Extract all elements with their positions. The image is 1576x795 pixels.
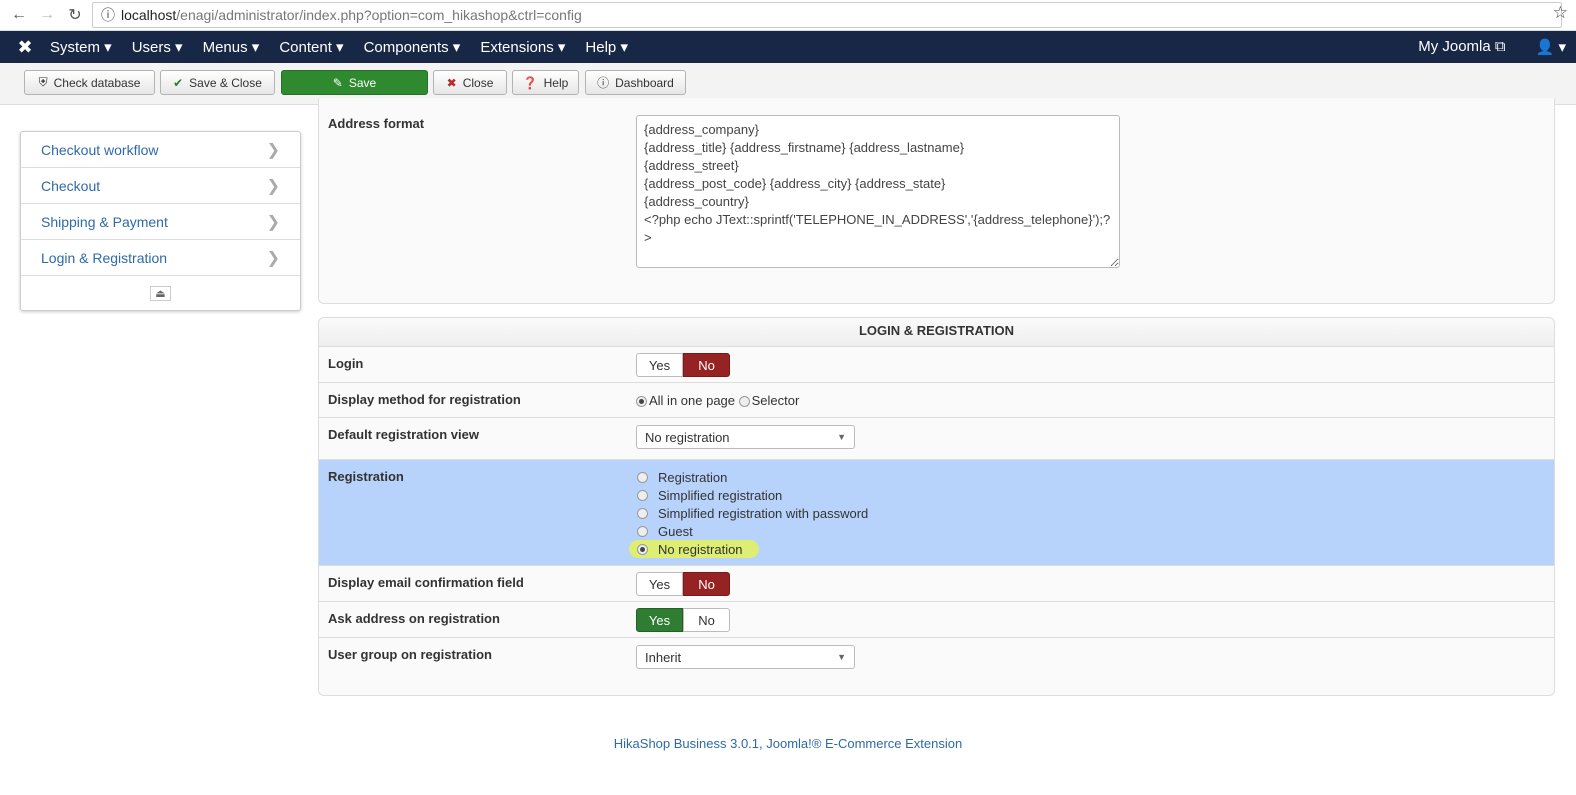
shield-icon: ⛨ bbox=[38, 75, 48, 89]
display-method-row: Display method for registration All in o… bbox=[319, 382, 1554, 417]
admin-menu: ✖ System ▾ Users ▾ Menus ▾ Content ▾ Com… bbox=[0, 31, 1576, 63]
user-menu[interactable]: 👤 ▾ bbox=[1536, 38, 1566, 56]
menu-system[interactable]: System ▾ bbox=[50, 38, 112, 56]
menu-content[interactable]: Content ▾ bbox=[279, 38, 343, 56]
address-panel: Address format {address_company} {addres… bbox=[318, 98, 1555, 304]
chevron-right-icon: ❯ bbox=[266, 213, 280, 231]
help-button[interactable]: ❓ Help bbox=[512, 70, 579, 95]
radio-guest[interactable] bbox=[637, 525, 648, 537]
radio-registration[interactable] bbox=[637, 471, 648, 483]
menu-help[interactable]: Help ▾ bbox=[585, 38, 628, 56]
default-view-select[interactable]: No registration ▼ bbox=[636, 425, 855, 449]
radio-simplified[interactable] bbox=[637, 489, 648, 501]
menu-menus[interactable]: Menus ▾ bbox=[203, 38, 260, 56]
registration-row: Registration Registration Simplified reg… bbox=[319, 459, 1554, 565]
user-group-select[interactable]: Inherit ▼ bbox=[636, 645, 855, 669]
close-button[interactable]: ✖ Close bbox=[433, 70, 507, 95]
chevron-right-icon: ❯ bbox=[266, 141, 280, 159]
sidebar-item-checkout[interactable]: Checkout ❯ bbox=[21, 168, 300, 204]
sidebar-item-shipping-payment[interactable]: Shipping & Payment ❯ bbox=[21, 204, 300, 240]
bookmark-star-icon[interactable]: ☆ bbox=[1553, 3, 1568, 23]
forward-icon[interactable]: → bbox=[36, 6, 58, 24]
dashboard-icon: ⓘ bbox=[597, 76, 610, 90]
edit-icon: ✎ bbox=[332, 75, 343, 90]
joomla-logo-icon[interactable]: ✖ bbox=[0, 37, 50, 58]
chevron-down-icon: ▼ bbox=[837, 652, 846, 662]
ask-address-toggle[interactable]: Yes No bbox=[636, 608, 730, 632]
back-icon[interactable]: ← bbox=[8, 6, 30, 24]
footer-link[interactable]: HikaShop Business 3.0.1, Joomla!® E-Comm… bbox=[0, 736, 1576, 751]
email-confirm-toggle[interactable]: Yes No bbox=[636, 572, 730, 596]
menu-users[interactable]: Users ▾ bbox=[132, 38, 183, 56]
address-format-textarea[interactable]: {address_company} {address_title} {addre… bbox=[636, 115, 1120, 268]
panel-title: LOGIN & REGISTRATION bbox=[319, 318, 1554, 346]
url-path: /enagi/administrator/index.php?option=co… bbox=[176, 7, 582, 23]
menu-extensions[interactable]: Extensions ▾ bbox=[480, 38, 565, 56]
check-icon: ✔ bbox=[173, 75, 184, 90]
save-close-button[interactable]: ✔ Save & Close bbox=[160, 70, 275, 95]
chevron-right-icon: ❯ bbox=[266, 249, 280, 267]
sidebar-item-checkout-workflow[interactable]: Checkout workflow ❯ bbox=[21, 132, 300, 168]
help-icon: ❓ bbox=[522, 75, 538, 90]
default-view-row: Default registration view No registratio… bbox=[319, 417, 1554, 459]
login-row: Login Yes No bbox=[319, 346, 1554, 382]
email-confirm-row: Display email confirmation field Yes No bbox=[319, 565, 1554, 601]
address-format-label: Address format bbox=[328, 116, 425, 131]
user-group-row: User group on registration Inherit ▼ bbox=[319, 637, 1554, 695]
ask-address-row: Ask address on registration Yes No bbox=[319, 601, 1554, 637]
scroll-top-icon[interactable]: ⏏ bbox=[150, 285, 171, 301]
chevron-down-icon: ▼ bbox=[837, 432, 846, 442]
login-registration-panel: LOGIN & REGISTRATION Login Yes No Display… bbox=[318, 317, 1555, 696]
browser-bar: ← → ↻ ⓘ localhost/enagi/administrator/ind… bbox=[0, 0, 1576, 31]
address-bar[interactable]: ⓘ localhost/enagi/administrator/index.php… bbox=[92, 2, 1562, 28]
radio-simplified-password[interactable] bbox=[637, 507, 648, 519]
dashboard-button[interactable]: ⓘ Dashboard bbox=[585, 70, 686, 95]
url-host: localhost bbox=[121, 7, 177, 23]
radio-all-in-one-page[interactable] bbox=[636, 396, 647, 408]
save-button[interactable]: ✎ Save bbox=[281, 70, 428, 95]
menu-components[interactable]: Components ▾ bbox=[364, 38, 461, 56]
my-joomla-link[interactable]: My Joomla ⧉ bbox=[1418, 38, 1505, 56]
info-icon: ⓘ bbox=[101, 7, 115, 23]
radio-selector[interactable] bbox=[738, 396, 750, 408]
login-toggle[interactable]: Yes No bbox=[636, 353, 730, 377]
check-database-button[interactable]: ⛨ Check database bbox=[24, 70, 155, 95]
reload-icon[interactable]: ↻ bbox=[64, 5, 86, 25]
close-icon: ✖ bbox=[446, 75, 457, 90]
radio-no-registration[interactable] bbox=[637, 543, 648, 555]
config-sidebar: Checkout workflow ❯ Checkout ❯ Shipping & … bbox=[20, 131, 301, 311]
chevron-right-icon: ❯ bbox=[266, 177, 280, 195]
sidebar-item-login-registration[interactable]: Login & Registration ❯ bbox=[21, 240, 300, 276]
